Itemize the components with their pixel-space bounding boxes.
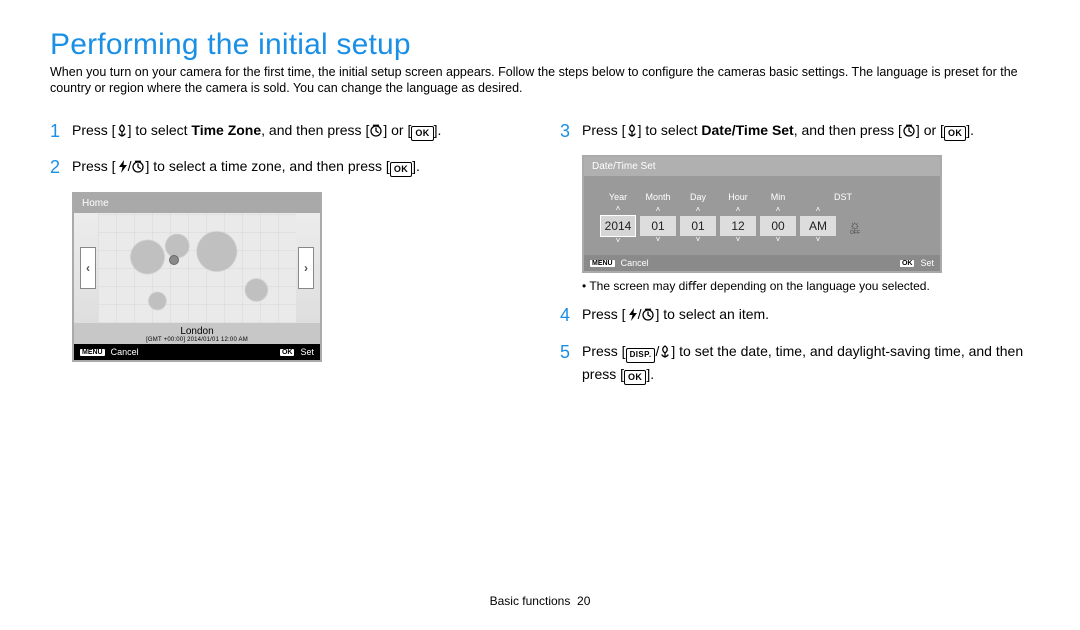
- datetime-values-row: ˄ 2014 ˅ ˄ 01 ˅ ˄ 01 ˅: [598, 205, 926, 247]
- label-min: Min: [758, 192, 798, 202]
- timer-icon: [902, 123, 916, 137]
- timer-icon: [131, 159, 145, 173]
- chevron-up-icon[interactable]: ˄: [758, 206, 798, 216]
- ok-badge: OK: [280, 349, 295, 356]
- macro-icon: [626, 123, 638, 137]
- map-prev-arrow[interactable]: ‹: [80, 247, 96, 289]
- timer-icon: [641, 307, 655, 321]
- datetime-header: Date/Time Set: [584, 157, 940, 176]
- year-stepper[interactable]: ˄ 2014 ˅: [598, 205, 638, 247]
- step-4: 4 Press [/] to select an item.: [560, 303, 1030, 330]
- macro-icon: [116, 123, 128, 137]
- ok-button-icon: OK: [390, 162, 412, 177]
- step-text: Press [] to select Date/Time Set, and th…: [582, 119, 1030, 141]
- step-text: Press [/] to select a time zone, and the…: [72, 155, 520, 177]
- step-5: 5 Press [DISP./] to set the date, time, …: [560, 340, 1030, 385]
- left-column: 1 Press [] to select Time Zone, and then…: [50, 119, 520, 396]
- screenshot-bottom-bar: MENU Cancel OK Set: [74, 344, 320, 360]
- month-stepper[interactable]: ˄ 01 ˅: [638, 206, 678, 246]
- label-dst: DST: [826, 192, 860, 202]
- datetime-column-labels: Year Month Day Hour Min DST: [598, 192, 926, 202]
- ampm-stepper[interactable]: ˄ AM ˅: [798, 206, 838, 246]
- minute-stepper[interactable]: ˄ 00 ˅: [758, 206, 798, 246]
- timer-icon: [369, 123, 383, 137]
- map-pin: [169, 255, 179, 265]
- chevron-up-icon[interactable]: ˄: [638, 206, 678, 216]
- screen-note: • The screen may diﬀer depending on the …: [582, 279, 1030, 293]
- set-label: Set: [300, 347, 314, 357]
- menu-badge: MENU: [590, 260, 615, 267]
- screenshot-tab-home: Home: [74, 194, 320, 213]
- world-map: [98, 213, 296, 323]
- timezone-info: London [GMT +00:00] 2014/01/01 12:00 AM: [74, 323, 320, 344]
- step-text: Press [] to select Time Zone, and then p…: [72, 119, 520, 141]
- step-text: Press [DISP./] to set the date, time, an…: [582, 340, 1030, 385]
- dst-toggle[interactable]: ☼ OFF: [838, 217, 872, 236]
- chevron-down-icon[interactable]: ˅: [638, 236, 678, 246]
- ampm-value: AM: [800, 216, 836, 236]
- chevron-down-icon[interactable]: ˅: [798, 236, 838, 246]
- day-value: 01: [680, 216, 716, 236]
- step-number: 3: [560, 117, 582, 146]
- datetime-body: Year Month Day Hour Min DST ˄ 2014 ˅: [584, 176, 940, 255]
- flash-icon: [116, 159, 128, 173]
- step-2: 2 Press [/] to select a time zone, and t…: [50, 155, 520, 182]
- ok-badge: OK: [900, 260, 915, 267]
- chevron-up-icon[interactable]: ˄: [798, 206, 838, 216]
- set-label: Set: [920, 258, 934, 268]
- datetime-screenshot: Date/Time Set Year Month Day Hour Min DS…: [582, 155, 942, 273]
- world-map-area: ‹ ›: [74, 213, 320, 323]
- month-value: 01: [640, 216, 676, 236]
- disp-button-icon: DISP.: [626, 348, 656, 363]
- step-number: 1: [50, 117, 72, 146]
- dst-off-label: OFF: [838, 230, 872, 236]
- step-number: 2: [50, 153, 72, 182]
- two-column-layout: 1 Press [] to select Time Zone, and then…: [50, 119, 1030, 396]
- sun-icon: ☼: [849, 218, 861, 231]
- ok-button-icon: OK: [944, 126, 966, 141]
- cancel-label: Cancel: [111, 347, 139, 357]
- screenshot-bottom-bar: MENU Cancel OK Set: [584, 255, 940, 271]
- step-number: 4: [560, 301, 582, 330]
- page-title: Performing the initial setup: [50, 28, 1030, 62]
- menu-badge: MENU: [80, 349, 105, 356]
- chevron-down-icon[interactable]: ˅: [758, 236, 798, 246]
- ok-button-icon: OK: [624, 370, 646, 385]
- step-3: 3 Press [] to select Date/Time Set, and …: [560, 119, 1030, 146]
- chevron-down-icon[interactable]: ˅: [598, 237, 638, 247]
- step-text: Press [/] to select an item.: [582, 303, 1030, 325]
- chevron-up-icon[interactable]: ˄: [598, 205, 638, 215]
- map-next-arrow[interactable]: ›: [298, 247, 314, 289]
- chevron-up-icon[interactable]: ˄: [718, 206, 758, 216]
- manual-page: Performing the initial setup When you tu…: [0, 0, 1080, 630]
- day-stepper[interactable]: ˄ 01 ˅: [678, 206, 718, 246]
- minute-value: 00: [760, 216, 796, 236]
- gmt-line: [GMT +00:00] 2014/01/01 12:00 AM: [74, 337, 320, 343]
- label-hour: Hour: [718, 192, 758, 202]
- label-day: Day: [678, 192, 718, 202]
- footer-section: Basic functions: [490, 594, 571, 608]
- flash-icon: [626, 307, 638, 321]
- ok-button-icon: OK: [411, 126, 433, 141]
- chevron-down-icon[interactable]: ˅: [718, 236, 758, 246]
- cancel-label: Cancel: [621, 258, 649, 268]
- step-number: 5: [560, 338, 582, 367]
- chevron-up-icon[interactable]: ˄: [678, 206, 718, 216]
- city-name: London: [74, 326, 320, 337]
- footer-page-number: 20: [577, 594, 590, 608]
- macro-icon: [659, 344, 671, 358]
- intro-paragraph: When you turn on your camera for the ﬁrs…: [50, 64, 1030, 97]
- label-month: Month: [638, 192, 678, 202]
- hour-value: 12: [720, 216, 756, 236]
- right-column: 3 Press [] to select Date/Time Set, and …: [560, 119, 1030, 396]
- year-value: 2014: [600, 215, 636, 237]
- label-year: Year: [598, 192, 638, 202]
- chevron-down-icon[interactable]: ˅: [678, 236, 718, 246]
- timezone-screenshot: Home ‹ › London [GMT +00:00] 2014/01/01 …: [72, 192, 322, 362]
- hour-stepper[interactable]: ˄ 12 ˅: [718, 206, 758, 246]
- page-footer: Basic functions 20: [0, 594, 1080, 608]
- step-1: 1 Press [] to select Time Zone, and then…: [50, 119, 520, 146]
